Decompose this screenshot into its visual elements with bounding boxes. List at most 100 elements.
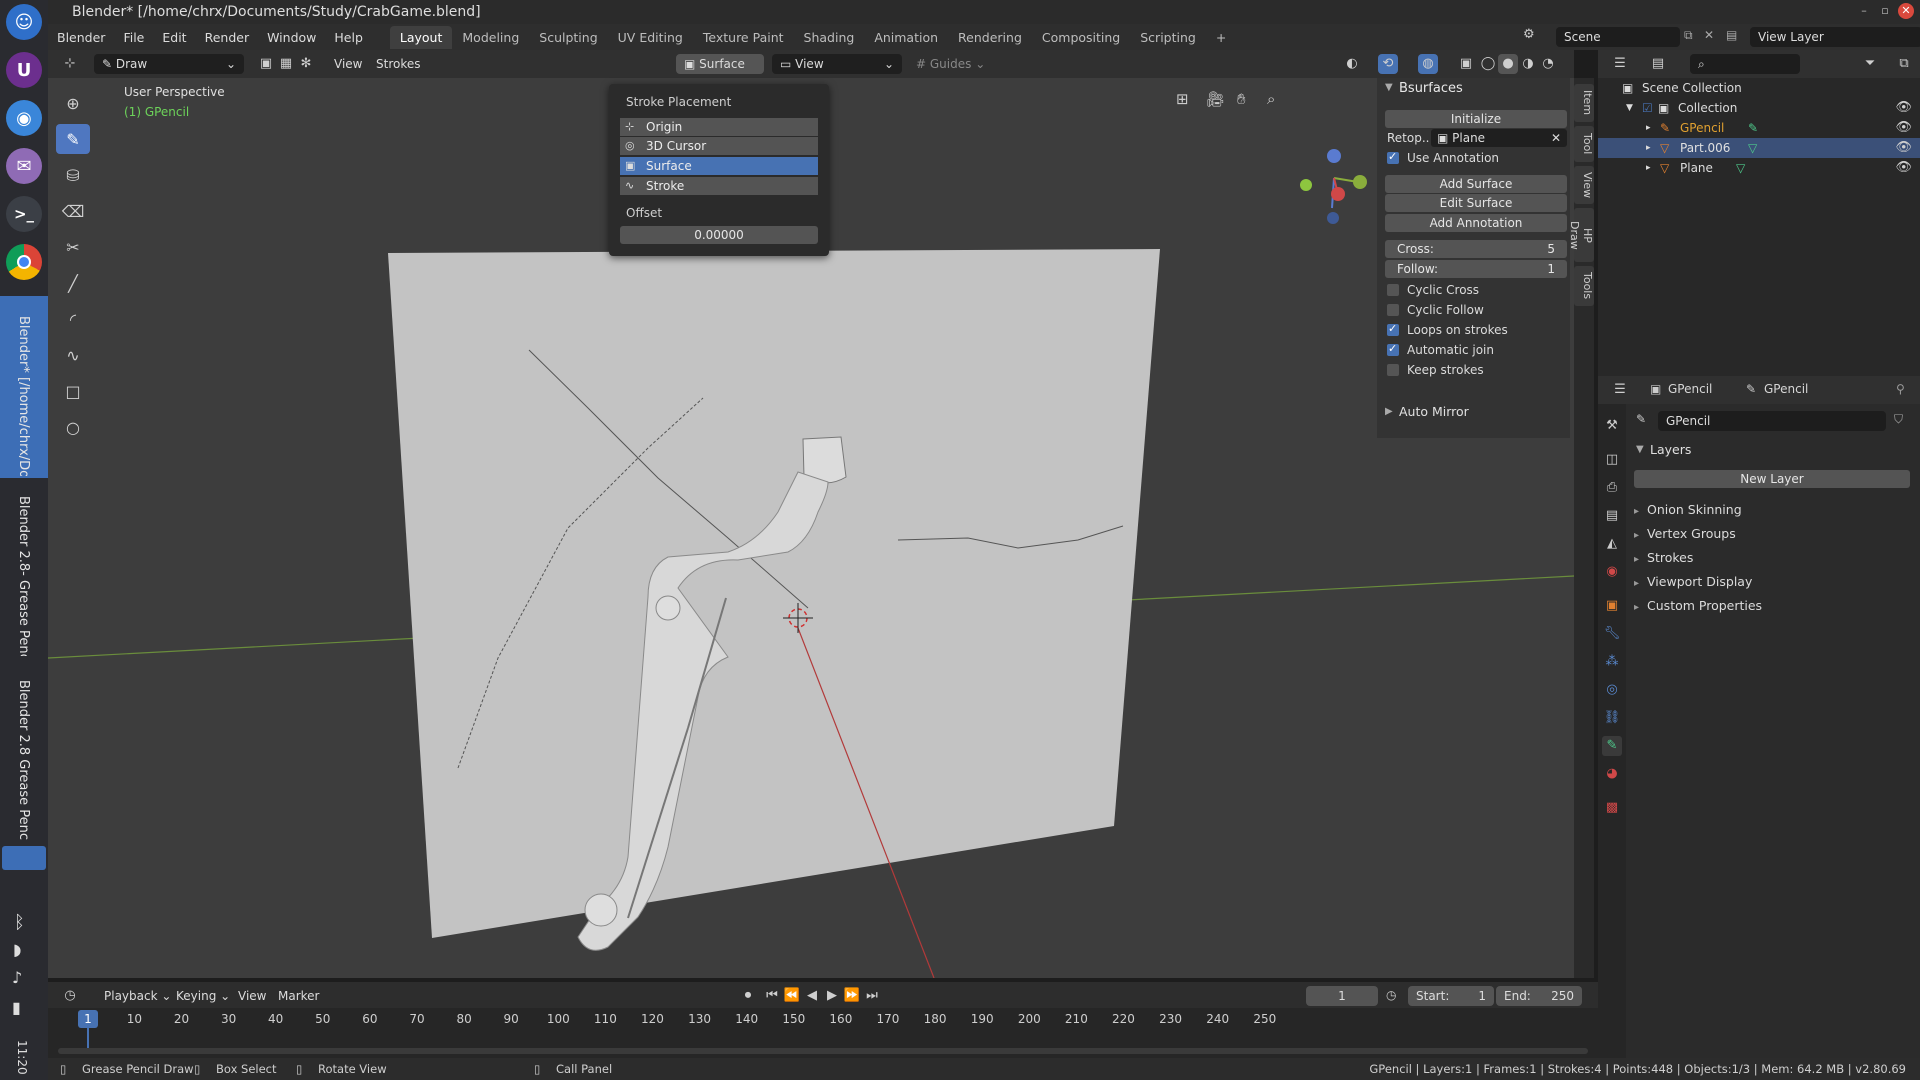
fake-user-icon[interactable]: ⛉ — [1894, 412, 1903, 427]
new-collection-icon[interactable]: ⧉ — [1894, 54, 1914, 74]
mail-icon[interactable]: ✉ — [6, 148, 42, 184]
tab-compositing[interactable]: Compositing — [1032, 26, 1130, 49]
properties-editor-icon[interactable]: ☰ — [1610, 380, 1630, 400]
effects-props-icon[interactable]: ⁂ — [1602, 652, 1622, 672]
placement-3d-cursor-option[interactable]: ◎ 3D Cursor — [620, 137, 818, 155]
overlay-icon[interactable]: ◍ — [1418, 54, 1438, 74]
eye-icon[interactable]: 👁︎ — [1895, 138, 1912, 158]
outliner-item-plane[interactable]: ▸ ▽ Plane ▽ 👁︎ — [1598, 158, 1920, 178]
loops-on-strokes-checkbox[interactable]: Loops on strokes — [1387, 321, 1508, 338]
jump-start-icon[interactable]: ⏮ — [762, 986, 782, 1006]
vertex-groups-section[interactable]: Vertex Groups — [1634, 526, 1736, 541]
pin-icon[interactable]: ⚲ — [1896, 382, 1905, 396]
curve-tool-icon[interactable]: ∿ — [56, 340, 90, 370]
zoom-view-icon[interactable]: ⌕ — [1267, 90, 1275, 108]
blender-app-icon[interactable]: ◉ — [6, 100, 42, 136]
cutter-tool-icon[interactable]: ✂ — [56, 232, 90, 262]
checkbox-icon[interactable]: ☑ — [1642, 98, 1653, 118]
expand-arrow-icon[interactable]: ▼ — [1385, 82, 1393, 93]
record-icon[interactable]: ⏺ — [738, 986, 758, 1006]
outliner-scene-collection[interactable]: ▣ Scene Collection — [1598, 78, 1920, 98]
select-mode-icon[interactable]: ▣ — [256, 54, 276, 74]
retopo-object-field[interactable]: ▣ Plane ✕ — [1431, 129, 1567, 147]
keep-strokes-checkbox[interactable]: Keep strokes — [1387, 362, 1484, 378]
remove-scene-icon[interactable]: ✕ — [1704, 28, 1714, 42]
running-blender-window[interactable]: Blender* [/home/chrx/Docu — [0, 296, 48, 478]
offset-field[interactable]: 0.00000 — [620, 226, 818, 244]
datablock-icon[interactable]: ✎ — [1636, 412, 1646, 426]
view-layer-props-icon[interactable]: ▤ — [1602, 506, 1622, 526]
menu-window[interactable]: Window — [258, 30, 325, 45]
select-all-icon[interactable]: ✻ — [296, 54, 316, 74]
tab-rendering[interactable]: Rendering — [948, 26, 1032, 49]
tab-tool[interactable]: Tool — [1574, 126, 1594, 162]
copy-scene-icon[interactable]: ⧉ — [1684, 28, 1693, 43]
view-layer-icon[interactable]: ▤ — [1726, 28, 1737, 42]
tab-animation[interactable]: Animation — [864, 26, 948, 49]
draw-tool-icon[interactable]: ✎ — [56, 124, 90, 154]
camera-view-icon[interactable]: 🎥︎ — [1206, 90, 1225, 108]
outliner-collection[interactable]: ▼ ☑ ▣ Collection 👁︎ — [1598, 98, 1920, 118]
pan-view-icon[interactable]: ✋︎ — [1237, 90, 1246, 108]
timeline-editor-icon[interactable]: ◷ — [60, 986, 80, 1006]
start-frame-field[interactable]: Start: 1 — [1408, 986, 1494, 1006]
select-stroke-icon[interactable]: ▦ — [276, 54, 296, 74]
strokes-section[interactable]: Strokes — [1634, 550, 1693, 565]
current-frame-field[interactable]: 1 — [1306, 986, 1378, 1006]
filter-icon[interactable]: ⏷ — [1860, 54, 1880, 74]
tab-uv-editing[interactable]: UV Editing — [608, 26, 693, 49]
stroke-placement-dropdown[interactable]: ▣ Surface ⌄ — [676, 54, 764, 91]
initialize-button[interactable]: Initialize — [1385, 110, 1567, 128]
placement-origin-option[interactable]: ⊹ Origin — [620, 118, 818, 136]
cursor-tool-icon[interactable]: ⊕ — [56, 88, 90, 118]
onion-skinning-section[interactable]: Onion Skinning — [1634, 502, 1742, 517]
timeline-view-menu[interactable]: View — [230, 986, 274, 1006]
output-props-icon[interactable]: ⎙ — [1602, 478, 1622, 498]
clear-icon[interactable]: ✕ — [1551, 129, 1561, 147]
menu-render[interactable]: Render — [196, 30, 259, 45]
tab-scripting[interactable]: Scripting — [1130, 26, 1206, 49]
cyclic-follow-checkbox[interactable]: Cyclic Follow — [1387, 302, 1484, 318]
render-props-icon[interactable]: ◫ — [1602, 450, 1622, 470]
chrome-icon[interactable] — [6, 244, 42, 280]
play-icon[interactable]: ▶ — [822, 986, 842, 1006]
orientation-dropdown[interactable]: ▭ View ⌄ — [772, 54, 902, 74]
data-name-label[interactable]: GPencil — [1764, 382, 1808, 396]
use-annotation-checkbox[interactable]: Use Annotation — [1387, 149, 1499, 166]
playback-menu[interactable]: Playback ⌄ — [96, 986, 179, 1006]
strokes-menu[interactable]: Strokes — [368, 54, 429, 74]
cross-field[interactable]: Cross: 5 — [1385, 240, 1567, 258]
add-annotation-button[interactable]: Add Annotation — [1385, 214, 1567, 232]
tool-props-icon[interactable]: ⚒ — [1602, 416, 1622, 436]
collapse-arrow-icon[interactable]: ▶ — [1385, 406, 1393, 417]
jump-end-icon[interactable]: ⏭ — [862, 986, 882, 1006]
world-props-icon[interactable]: ◉ — [1602, 562, 1622, 582]
placement-stroke-option[interactable]: ∿ Stroke — [620, 177, 818, 195]
visibility-icon[interactable]: ◐ — [1342, 54, 1362, 74]
add-surface-button[interactable]: Add Surface — [1385, 175, 1567, 193]
xray-icon[interactable]: ▣ — [1456, 54, 1476, 74]
tab-view[interactable]: View — [1574, 166, 1594, 204]
prev-keyframe-icon[interactable]: ⏪ — [782, 986, 802, 1006]
auto-mirror-section[interactable]: Auto Mirror — [1399, 404, 1469, 419]
next-keyframe-icon[interactable]: ⏩ — [842, 986, 862, 1006]
erase-tool-icon[interactable]: ⌫ — [56, 196, 90, 226]
playhead[interactable]: 1 — [78, 1010, 98, 1028]
cyclic-cross-checkbox[interactable]: Cyclic Cross — [1387, 282, 1479, 298]
texture-props-icon[interactable]: ▩ — [1602, 798, 1622, 818]
view-layer-field[interactable]: View Layer — [1750, 27, 1920, 47]
gpencil-data-props-icon[interactable]: ✎ — [1602, 736, 1622, 756]
wifi-icon[interactable]: ◗ — [13, 940, 21, 959]
outliner-item-part006[interactable]: ▸ ▽ Part.006 ▽ 👁︎ — [1598, 138, 1920, 158]
menu-edit[interactable]: Edit — [153, 30, 195, 45]
modifier-props-icon[interactable]: 🔧︎ — [1602, 624, 1622, 644]
material-props-icon[interactable]: ◕ — [1602, 764, 1622, 784]
maximize-icon[interactable]: ▫ — [1877, 3, 1893, 19]
automatic-join-checkbox[interactable]: Automatic join — [1387, 341, 1494, 358]
guides-dropdown[interactable]: # Guides ⌄ — [908, 54, 993, 74]
timeline-scrollbar[interactable] — [58, 1048, 1588, 1054]
outliner-item-gpencil[interactable]: ▸ ✎ GPencil ✎ 👁︎ — [1598, 118, 1920, 138]
viewport-display-section[interactable]: Viewport Display — [1634, 574, 1752, 589]
terminal-icon[interactable]: >_ — [6, 196, 42, 232]
tab-hp-draw[interactable]: HP Draw — [1568, 208, 1594, 262]
